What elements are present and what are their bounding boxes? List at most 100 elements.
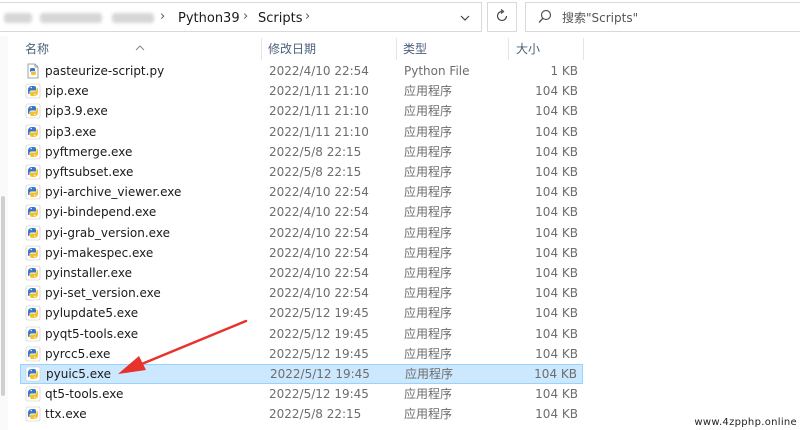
file-modified-date: 2022/1/11 21:10: [269, 104, 369, 119]
column-divider[interactable]: [583, 38, 584, 60]
file-size: 104 KB: [535, 205, 578, 220]
file-name: pasteurize-script.py: [45, 64, 165, 78]
python-exe-icon: [25, 204, 41, 220]
column-header-size[interactable]: 大小: [516, 36, 582, 60]
file-row[interactable]: pip3.exe 2022/1/11 21:10 应用程序 104 KB: [20, 122, 583, 142]
file-modified-date: 2022/4/10 22:54: [269, 185, 369, 200]
file-row[interactable]: qt5-tools.exe 2022/5/12 19:45 应用程序 104 KB: [20, 384, 583, 404]
column-divider[interactable]: [396, 38, 397, 60]
blurred-breadcrumb: [40, 13, 102, 23]
file-size: 104 KB: [535, 104, 578, 119]
file-row[interactable]: pyrcc5.exe 2022/5/12 19:45 应用程序 104 KB: [20, 344, 583, 364]
file-modified-date: 2022/5/12 19:45: [269, 346, 369, 361]
file-type: 应用程序: [404, 185, 453, 200]
python-script-icon: [25, 63, 41, 79]
column-header-date[interactable]: 修改日期: [268, 36, 396, 60]
file-name: pyinstaller.exe: [45, 266, 132, 280]
file-modified-date: 2022/4/10 22:54: [269, 286, 369, 301]
file-row[interactable]: pasteurize-script.py 2022/4/10 22:54 Pytho…: [20, 61, 583, 81]
file-type: 应用程序: [404, 387, 453, 402]
file-row[interactable]: pyftmerge.exe 2022/5/8 22:15 应用程序 104 KB: [20, 142, 583, 162]
file-name: pyi-makespec.exe: [45, 245, 154, 260]
file-row-selected[interactable]: pyuic5.exe 2022/5/12 19:45 应用程序 104 KB: [20, 364, 583, 384]
column-divider[interactable]: [508, 38, 509, 60]
breadcrumb-separator-icon: ›: [305, 9, 311, 24]
file-row[interactable]: pyi-archive_viewer.exe 2022/4/10 22:54 应用程…: [20, 182, 583, 202]
column-header-row: 名称 修改日期 类型 大小: [0, 36, 800, 60]
file-name: pip3.exe: [45, 124, 97, 139]
file-modified-date: 2022/4/10 22:54: [269, 64, 369, 78]
file-size: 104 KB: [535, 407, 578, 422]
python-exe-icon: [25, 366, 41, 382]
blurred-breadcrumb: [112, 13, 154, 23]
file-size: 104 KB: [535, 306, 578, 321]
navigation-scrollbar[interactable]: [1, 196, 5, 396]
file-row[interactable]: pyi-bindepend.exe 2022/4/10 22:54 应用程序 104 …: [20, 202, 583, 222]
python-exe-icon: [25, 245, 41, 261]
file-size: 104 KB: [535, 84, 578, 99]
file-row[interactable]: pip3.9.exe 2022/1/11 21:10 应用程序 104 KB: [20, 101, 583, 121]
file-size: 104 KB: [535, 346, 578, 361]
file-size: 104 KB: [535, 245, 578, 260]
file-row[interactable]: ttx.exe 2022/5/8 22:15 应用程序 104 KB: [20, 404, 583, 424]
navigation-pane-edge: [0, 36, 8, 430]
refresh-button[interactable]: [487, 2, 517, 32]
python-exe-icon: [25, 265, 41, 281]
file-name: pyi-grab_version.exe: [45, 225, 170, 240]
breadcrumb-item[interactable]: Scripts: [258, 11, 302, 26]
file-size: 104 KB: [535, 286, 578, 301]
python-exe-icon: [25, 225, 41, 241]
file-modified-date: 2022/5/8 22:15: [269, 165, 362, 179]
file-modified-date: 2022/4/10 22:54: [269, 245, 369, 260]
file-modified-date: 2022/5/12 19:45: [269, 387, 369, 402]
search-icon: [538, 9, 552, 29]
file-type: 应用程序: [404, 266, 453, 280]
file-type: 应用程序: [404, 346, 453, 361]
file-type: 应用程序: [404, 144, 453, 159]
file-modified-date: 2022/4/10 22:54: [269, 266, 369, 280]
file-size: 104 KB: [535, 144, 578, 159]
column-header-type[interactable]: 类型: [403, 36, 507, 60]
file-type: 应用程序: [404, 306, 453, 321]
file-modified-date: 2022/5/12 19:45: [269, 326, 369, 341]
file-type: 应用程序: [404, 205, 453, 220]
file-modified-date: 2022/4/10 22:54: [269, 205, 369, 220]
address-bar[interactable]: › Python39 › Scripts ›: [0, 2, 482, 32]
breadcrumb-separator-icon: ›: [160, 9, 166, 24]
search-box[interactable]: [525, 2, 800, 32]
python-exe-icon: [25, 346, 41, 362]
file-row[interactable]: pyinstaller.exe 2022/4/10 22:54 应用程序 104 KB: [20, 263, 583, 283]
file-type: 应用程序: [404, 245, 453, 260]
file-row[interactable]: pyftsubset.exe 2022/5/8 22:15 应用程序 104 KB: [20, 162, 583, 182]
file-type: 应用程序: [404, 104, 453, 119]
file-name: pyuic5.exe: [46, 367, 111, 381]
file-size: 104 KB: [535, 185, 578, 200]
python-exe-icon: [25, 326, 41, 342]
file-name: pip.exe: [45, 84, 89, 99]
file-name: pip3.9.exe: [45, 104, 108, 119]
chevron-down-icon[interactable]: [455, 9, 475, 27]
file-type: 应用程序: [404, 225, 453, 240]
file-row[interactable]: pylupdate5.exe 2022/5/12 19:45 应用程序 104 KB: [20, 303, 583, 323]
file-modified-date: 2022/1/11 21:10: [269, 124, 369, 139]
column-header-name[interactable]: 名称: [25, 36, 258, 60]
file-name: pyi-set_version.exe: [45, 286, 161, 301]
file-modified-date: 2022/4/10 22:54: [269, 225, 369, 240]
python-exe-icon: [25, 386, 41, 402]
file-row[interactable]: pip.exe 2022/1/11 21:10 应用程序 104 KB: [20, 81, 583, 101]
file-row[interactable]: pyqt5-tools.exe 2022/5/12 19:45 应用程序 104 KB: [20, 324, 583, 344]
watermark: www.4zpphp.online: [694, 417, 797, 428]
address-toolbar: › Python39 › Scripts ›: [0, 0, 800, 36]
file-type: 应用程序: [404, 84, 453, 99]
search-input[interactable]: [562, 9, 792, 27]
column-divider[interactable]: [261, 38, 262, 60]
file-row[interactable]: pyi-grab_version.exe 2022/4/10 22:54 应用程序 1…: [20, 223, 583, 243]
file-modified-date: 2022/1/11 21:10: [269, 84, 369, 99]
file-type: 应用程序: [405, 367, 454, 381]
python-exe-icon: [25, 103, 41, 119]
file-size: 104 KB: [535, 165, 578, 179]
breadcrumb-item[interactable]: Python39: [178, 11, 240, 26]
file-row[interactable]: pyi-set_version.exe 2022/4/10 22:54 应用程序 10…: [20, 283, 583, 303]
file-row[interactable]: pyi-makespec.exe 2022/4/10 22:54 应用程序 104 K…: [20, 243, 583, 263]
python-exe-icon: [25, 83, 41, 99]
